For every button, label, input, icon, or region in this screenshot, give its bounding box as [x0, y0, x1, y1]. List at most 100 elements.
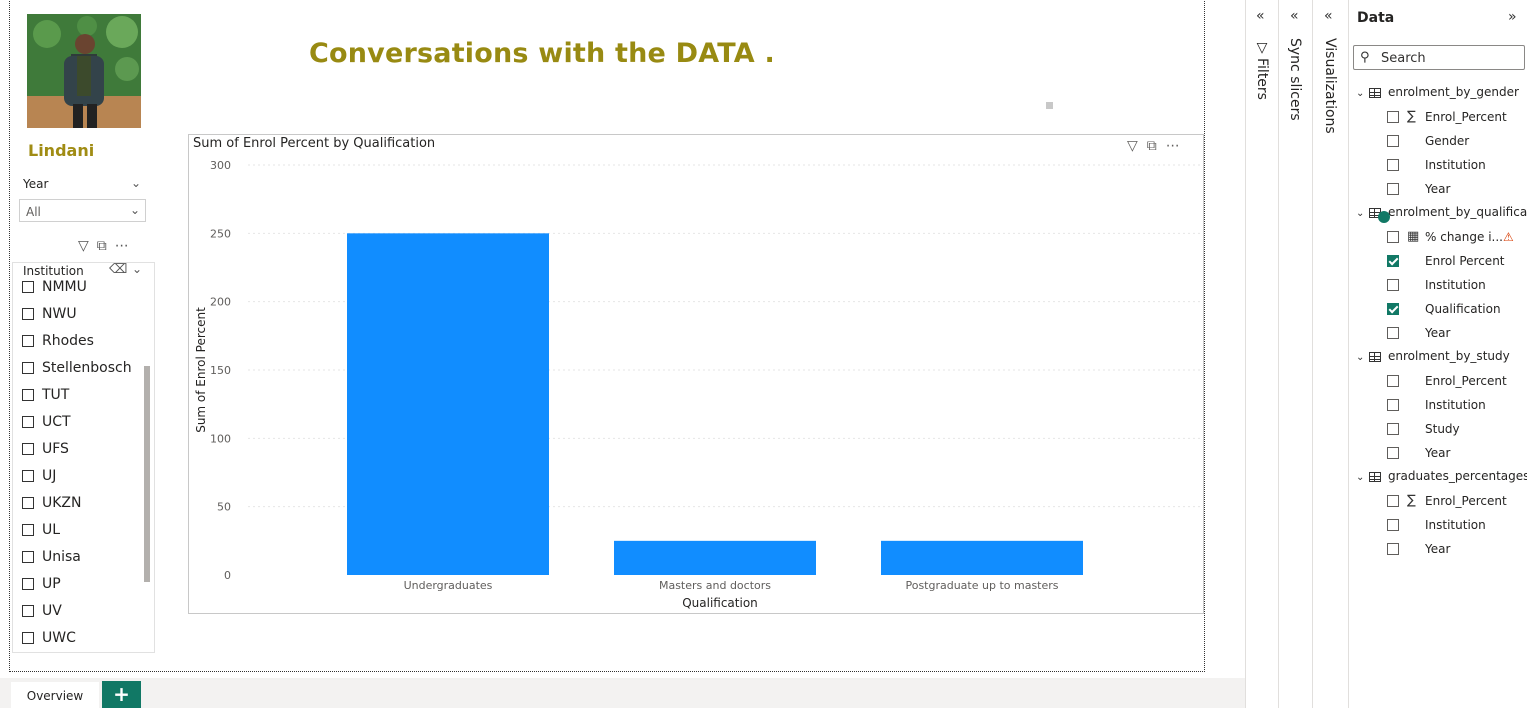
field-checkbox[interactable] [1387, 423, 1399, 435]
checkbox[interactable] [22, 443, 34, 455]
field-item[interactable]: ∑ Enrol_Percent [1387, 109, 1523, 126]
field-checkbox[interactable] [1387, 375, 1399, 387]
field-name: Gender [1425, 134, 1470, 148]
filters-pane[interactable]: « ▽ Filters [1245, 0, 1279, 708]
tab-overview[interactable]: Overview [11, 682, 99, 708]
table-node[interactable]: ⌄ graduates_percentages [1356, 469, 1527, 483]
institution-option[interactable]: NWU [22, 305, 77, 325]
checkbox[interactable] [22, 524, 34, 536]
focus-mode-icon[interactable]: ⧉ [97, 238, 115, 254]
checkbox[interactable] [22, 551, 34, 563]
field-item[interactable]: Enrol Percent [1387, 254, 1523, 270]
checkbox[interactable] [22, 605, 34, 617]
institution-option[interactable]: Unisa [22, 548, 81, 568]
institution-option[interactable]: TUT [22, 386, 69, 406]
checkbox[interactable] [22, 335, 34, 347]
field-checkbox[interactable] [1387, 183, 1399, 195]
field-checkbox[interactable] [1387, 159, 1399, 171]
institution-option[interactable]: UJ [22, 467, 56, 487]
institution-slicer-label: Institution [23, 264, 84, 278]
checkbox[interactable] [22, 281, 34, 293]
field-item[interactable]: Institution [1387, 398, 1523, 414]
search-input[interactable]: ⚲ Search [1353, 45, 1525, 70]
institution-option[interactable]: UCT [22, 413, 71, 433]
institution-option[interactable]: UP [22, 575, 61, 595]
chevron-down-icon[interactable]: ⌄ [132, 262, 142, 276]
page-tab-bar [0, 678, 1277, 708]
field-checkbox[interactable] [1387, 399, 1399, 411]
institution-option[interactable]: Rhodes [22, 332, 94, 352]
checkbox[interactable] [22, 497, 34, 509]
field-checkbox[interactable] [1387, 495, 1399, 507]
chart-bar[interactable] [614, 540, 816, 575]
field-item[interactable]: ▦ % change i...⚠ [1387, 229, 1523, 246]
field-item[interactable]: Year [1387, 182, 1523, 198]
chevron-down-icon[interactable]: ⌄ [1356, 88, 1369, 99]
chart-bar[interactable] [881, 540, 1083, 575]
institution-option[interactable]: Stellenbosch [22, 359, 132, 379]
field-item[interactable]: Institution [1387, 278, 1523, 294]
field-checkbox[interactable] [1387, 447, 1399, 459]
field-item[interactable]: Study [1387, 422, 1523, 438]
filter-icon[interactable]: ▽ [1127, 138, 1147, 154]
institution-option[interactable]: UL [22, 521, 60, 541]
field-checkbox[interactable] [1387, 327, 1399, 339]
field-checkbox[interactable] [1387, 255, 1399, 267]
expand-chevron-icon[interactable]: « [1290, 8, 1299, 24]
chevron-down-icon[interactable]: ⌄ [1356, 352, 1369, 363]
add-page-button[interactable]: + [102, 681, 141, 708]
focus-mode-icon[interactable]: ⧉ [1147, 138, 1166, 154]
checkbox[interactable] [22, 389, 34, 401]
field-item[interactable]: Year [1387, 542, 1523, 558]
field-item[interactable]: Year [1387, 446, 1523, 462]
sync-slicers-pane-label[interactable]: Sync slicers [1287, 38, 1303, 121]
checkbox[interactable] [22, 362, 34, 374]
checkbox[interactable] [22, 632, 34, 644]
institution-option[interactable]: UFS [22, 440, 69, 460]
expand-chevron-icon[interactable]: « [1324, 8, 1333, 24]
collapse-chevron-icon[interactable]: » [1508, 9, 1517, 25]
year-dropdown[interactable]: All ⌄ [19, 199, 146, 222]
sync-slicers-pane[interactable]: « Sync slicers [1278, 0, 1313, 708]
scrollbar[interactable] [144, 366, 150, 582]
checkbox[interactable] [22, 416, 34, 428]
filters-pane-label[interactable]: Filters [1254, 58, 1270, 100]
checkbox[interactable] [22, 578, 34, 590]
shape-placeholder[interactable] [1046, 102, 1053, 109]
field-item[interactable]: ∑ Enrol_Percent [1387, 493, 1523, 510]
field-item[interactable]: Qualification [1387, 302, 1523, 318]
expand-chevron-icon[interactable]: « [1256, 8, 1265, 24]
field-item[interactable]: Year [1387, 326, 1523, 342]
table-node[interactable]: ⌄ enrolment_by_gender [1356, 85, 1519, 99]
table-node[interactable]: ⌄ enrolment_by_study [1356, 349, 1510, 363]
institution-option[interactable]: UWC [22, 629, 76, 649]
more-options-icon[interactable]: ⋯ [1166, 138, 1189, 154]
field-checkbox[interactable] [1387, 279, 1399, 291]
field-checkbox[interactable] [1387, 231, 1399, 243]
field-item[interactable]: Gender [1387, 134, 1523, 150]
checkbox[interactable] [22, 470, 34, 482]
chevron-down-icon[interactable]: ⌄ [1356, 472, 1369, 483]
more-options-icon[interactable]: ⋯ [115, 238, 137, 254]
institution-option[interactable]: UKZN [22, 494, 82, 514]
visualizations-pane[interactable]: « Visualizations [1312, 0, 1349, 708]
chevron-down-icon[interactable]: ⌄ [1356, 208, 1369, 219]
field-item[interactable]: Institution [1387, 518, 1523, 534]
field-checkbox[interactable] [1387, 519, 1399, 531]
field-item[interactable]: Enrol_Percent [1387, 374, 1523, 390]
institution-option[interactable]: NMMU [22, 278, 87, 298]
field-item[interactable]: Institution [1387, 158, 1523, 174]
field-checkbox[interactable] [1387, 303, 1399, 315]
checkbox[interactable] [22, 308, 34, 320]
field-checkbox[interactable] [1387, 111, 1399, 123]
table-icon [1369, 471, 1381, 482]
filter-icon[interactable]: ▽ [78, 238, 97, 254]
clear-selections-icon[interactable]: ⌫ [109, 262, 127, 277]
field-checkbox[interactable] [1387, 543, 1399, 555]
chevron-down-icon[interactable]: ⌄ [131, 176, 141, 190]
institution-option[interactable]: UV [22, 602, 62, 622]
report-canvas: Lindani Conversations with the DATA . Ye… [0, 0, 1245, 678]
field-checkbox[interactable] [1387, 135, 1399, 147]
visualizations-pane-label[interactable]: Visualizations [1322, 38, 1338, 134]
chart-bar[interactable] [347, 233, 549, 575]
